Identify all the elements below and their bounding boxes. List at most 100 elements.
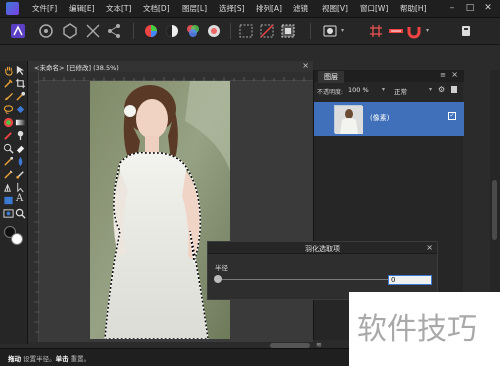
watermark-text: 软件技巧 xyxy=(357,312,477,347)
menu-arrange[interactable]: 排列[A] xyxy=(256,3,282,14)
vertical-ruler xyxy=(28,72,39,342)
radius-slider-track[interactable] xyxy=(219,279,393,280)
menu-select[interactable]: 选择[S] xyxy=(219,3,245,14)
layer-options-row: 不透明度: 100 % ▾ 正常 ▾ ⚙ xyxy=(314,84,464,96)
color-wheel-icon[interactable] xyxy=(143,23,159,39)
vertical-scroll-thumb[interactable] xyxy=(492,180,497,240)
radius-slider-handle[interactable] xyxy=(214,275,222,283)
chevron-down-icon[interactable]: ▾ xyxy=(341,27,344,34)
develop-persona-icon[interactable] xyxy=(62,23,78,39)
deselect-icon[interactable] xyxy=(259,23,275,39)
app-logo-icon xyxy=(6,2,19,15)
grid-snapping-icon[interactable] xyxy=(368,23,384,39)
toolbar-divider xyxy=(230,23,231,39)
watermark-box: 软件技巧 xyxy=(349,292,500,366)
layer-row-pixel[interactable]: (像素) ✓ xyxy=(314,102,464,136)
magnet-snap-icon[interactable] xyxy=(406,23,422,39)
text-tool-icon[interactable]: A xyxy=(16,193,23,204)
marquee-selection-icon[interactable] xyxy=(238,23,254,39)
tab-layers[interactable]: 图层 xyxy=(318,71,344,83)
close-panel-icon[interactable]: × xyxy=(451,70,458,79)
dialog-title: 羽化选取项 xyxy=(305,245,340,253)
white-balance-icon[interactable] xyxy=(206,23,222,39)
gradient-icon[interactable] xyxy=(15,117,26,128)
clone-icon[interactable] xyxy=(3,143,14,154)
erase-icon[interactable] xyxy=(15,143,26,154)
chevron-down-icon[interactable]: ▾ xyxy=(426,27,429,34)
node-icon[interactable] xyxy=(15,182,26,193)
share-icon[interactable] xyxy=(106,23,122,39)
menu-help[interactable]: 帮助[H] xyxy=(400,3,427,14)
status-hint: 拖动 设置半径。单击 重置。 xyxy=(8,353,90,363)
healing-icon[interactable] xyxy=(3,169,14,180)
contrast-icon[interactable] xyxy=(164,23,180,39)
assistant-icon[interactable] xyxy=(388,23,404,39)
paint-brush-icon[interactable] xyxy=(3,130,14,141)
opacity-field[interactable]: 100 % xyxy=(347,86,387,95)
secondary-color-swatch[interactable] xyxy=(11,233,23,245)
tone-mapping-icon[interactable] xyxy=(85,23,101,39)
context-toolbar: ▾ ▾ xyxy=(0,18,500,45)
lasso-icon[interactable] xyxy=(3,104,14,115)
brush-icon[interactable] xyxy=(3,91,14,102)
chevron-down-icon[interactable]: ▾ xyxy=(382,86,385,93)
status-click-text: 重置。 xyxy=(68,355,91,363)
maximize-icon[interactable]: □ xyxy=(464,3,476,13)
toolbar-divider xyxy=(133,23,134,39)
dialog-close-icon[interactable]: × xyxy=(426,243,433,252)
toolbar-divider xyxy=(310,23,311,39)
invert-selection-icon[interactable] xyxy=(280,23,296,39)
layer-thumbnail xyxy=(334,105,363,134)
menu-text[interactable]: 文本[T] xyxy=(106,3,131,14)
document-title: <未命名> [已修改] (38.5%) xyxy=(34,64,119,72)
dialog-title-bar[interactable]: 羽化选取项 × xyxy=(208,242,437,254)
menu-bar: 文件[F] 编辑[E] 文本[T] 文档[D] 图层[L] 选择[S] 排列[A… xyxy=(0,0,500,18)
menu-layer[interactable]: 图层[L] xyxy=(182,3,207,14)
crop-icon[interactable] xyxy=(15,78,26,89)
blend-mode-select[interactable]: 正常 xyxy=(394,86,407,96)
rectangle-shape-icon[interactable] xyxy=(3,195,14,206)
tools-panel: A xyxy=(0,61,28,344)
menu-filters[interactable]: 滤镜 xyxy=(293,3,308,14)
gear-icon[interactable]: ⚙ xyxy=(438,85,445,94)
opacity-label: 不透明度: xyxy=(317,89,344,96)
blur-icon[interactable] xyxy=(15,156,26,167)
layers-panel-tabs: 图层 ≡ × xyxy=(314,70,464,83)
patch-icon[interactable] xyxy=(15,169,26,180)
layer-visibility-checkbox[interactable]: ✓ xyxy=(448,112,456,120)
view-tool-icon[interactable] xyxy=(3,208,14,219)
close-window-icon[interactable]: ✕ xyxy=(482,3,494,13)
arrange-order-icon[interactable] xyxy=(458,23,474,39)
chevron-down-icon[interactable]: ▾ xyxy=(429,86,432,93)
menu-window[interactable]: 窗口[W] xyxy=(360,3,388,14)
quick-mask-icon[interactable] xyxy=(322,23,338,39)
status-drag-label: 拖动 xyxy=(8,355,21,363)
minimize-icon[interactable]: – xyxy=(446,3,458,13)
status-drag-text: 设置半径。 xyxy=(21,355,56,363)
menu-edit[interactable]: 编辑[E] xyxy=(69,3,95,14)
zoom-icon[interactable] xyxy=(15,208,26,219)
lock-icon[interactable] xyxy=(451,86,457,93)
hand-icon[interactable] xyxy=(3,65,14,76)
photo-persona-icon[interactable] xyxy=(10,23,26,39)
move-icon[interactable] xyxy=(15,65,26,76)
photo-image[interactable] xyxy=(90,81,230,339)
smudge-icon[interactable] xyxy=(3,156,14,167)
eyedropper-icon[interactable] xyxy=(3,78,14,89)
dodge-icon[interactable] xyxy=(15,130,26,141)
panel-menu-icon[interactable]: ≡ xyxy=(440,71,446,79)
menu-document[interactable]: 文档[D] xyxy=(143,3,170,14)
pen-icon[interactable] xyxy=(3,182,14,193)
document-tab[interactable]: <未命名> [已修改] (38.5%) × xyxy=(28,61,313,72)
status-click-label: 单击 xyxy=(55,355,69,363)
liquify-persona-icon[interactable] xyxy=(38,23,54,39)
close-document-icon[interactable]: × xyxy=(302,61,309,70)
hsl-icon[interactable] xyxy=(185,23,201,39)
fill-icon[interactable] xyxy=(15,104,26,115)
radius-label: 半径 xyxy=(215,264,228,272)
color-picker-icon[interactable] xyxy=(3,117,14,128)
radius-input[interactable]: 0 xyxy=(388,275,432,285)
menu-view[interactable]: 视图[V] xyxy=(322,3,348,14)
menu-file[interactable]: 文件[F] xyxy=(32,3,57,14)
flood-select-icon[interactable] xyxy=(15,91,26,102)
